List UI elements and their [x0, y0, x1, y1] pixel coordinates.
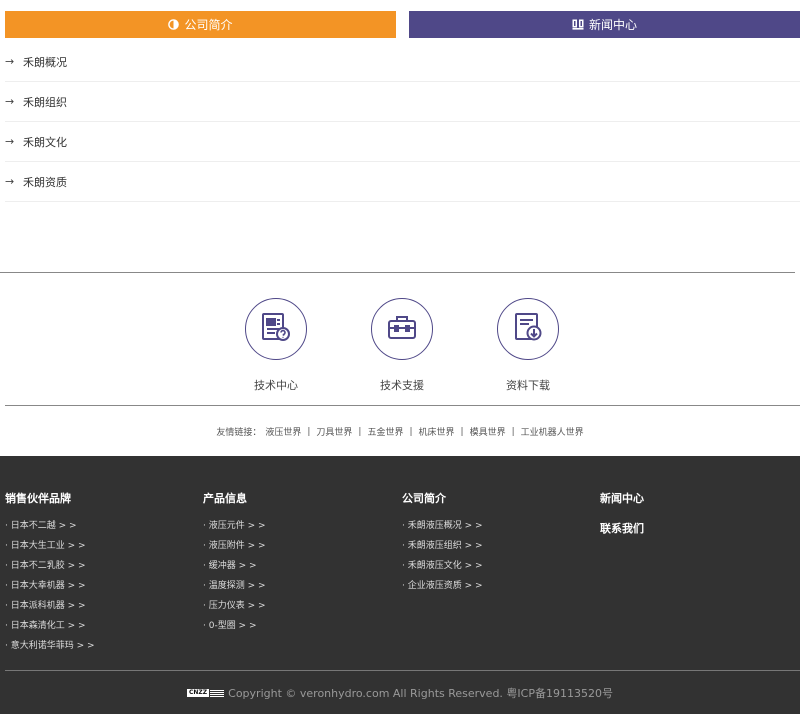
copyright-text: Copyright © veronhydro.com All Rights Re…: [228, 687, 613, 700]
footer-contact-link[interactable]: 联系我们: [600, 520, 644, 535]
footer-link[interactable]: · 日本不二乳胶 > >: [5, 560, 95, 580]
company-menu: → 禾朗概况 → 禾朗组织 → 禾朗文化 → 禾朗资质: [5, 42, 800, 202]
footer-link[interactable]: · 意大利诺华菲玛 > >: [5, 640, 95, 660]
tab-bar: 公司简介 新闻中心: [5, 11, 800, 38]
tab-company-profile[interactable]: 公司简介: [5, 11, 396, 38]
footer-news-link[interactable]: 新闻中心: [600, 490, 644, 505]
divider: [0, 272, 795, 273]
footer-column-news: 新闻中心 联系我们: [600, 456, 644, 535]
menu-item-organization[interactable]: → 禾朗组织: [5, 82, 800, 122]
service-label: 资料下载: [506, 379, 550, 392]
friend-link[interactable]: 刀具世界: [316, 425, 352, 438]
link-separator: |: [358, 426, 362, 437]
footer-link[interactable]: · 日本大生工业 > >: [5, 540, 95, 560]
service-tech-center[interactable]: 技术中心: [231, 298, 321, 393]
friend-link[interactable]: 机床世界: [419, 425, 455, 438]
footer-link[interactable]: · 液压附件 > >: [203, 540, 266, 560]
service-tech-support[interactable]: 技术支援: [357, 298, 447, 393]
download-document-icon: [511, 310, 545, 348]
menu-item-label: 禾朗概况: [23, 55, 67, 69]
tab-label: 公司简介: [184, 18, 233, 32]
badge-stripes: [210, 689, 225, 697]
arrow-right-icon: →: [5, 55, 15, 68]
menu-item-label: 禾朗资质: [23, 175, 67, 189]
service-icons: 技术中心 技术支援 资料下载: [0, 298, 800, 398]
footer-link[interactable]: · 企业液压资质 > >: [402, 580, 483, 600]
footer-column-company: 公司简介 · 禾朗液压概况 > > · 禾朗液压组织 > > · 禾朗液压文化 …: [402, 456, 483, 600]
friend-links: 友情链接： 液压世界 | 刀具世界 | 五金世界 | 机床世界 | 模具世界 |…: [0, 425, 800, 439]
arrow-right-icon: →: [5, 175, 15, 188]
arrow-right-icon: →: [5, 95, 15, 108]
footer-column-title: 公司简介: [402, 492, 446, 505]
footer-link[interactable]: · 日本派科机器 > >: [5, 600, 95, 620]
arrow-right-icon: →: [5, 135, 15, 148]
footer-column-title: 产品信息: [203, 492, 247, 505]
site-footer: 销售伙伴品牌 · 日本不二越 > > · 日本大生工业 > > · 日本不二乳胶…: [0, 456, 800, 714]
friend-link[interactable]: 模具世界: [470, 425, 506, 438]
menu-item-label: 禾朗文化: [23, 135, 67, 149]
friend-links-label: 友情链接：: [216, 428, 262, 438]
footer-link[interactable]: · 日本不二越 > >: [5, 520, 95, 540]
service-circle: [497, 298, 559, 360]
cnzz-badge-label: CNZZ: [187, 689, 210, 697]
footer-column-products: 产品信息 · 液压元件 > > · 液压附件 > > · 缓冲器 > > · 温…: [203, 456, 266, 640]
footer-link[interactable]: · 0-型圈 > >: [203, 620, 266, 640]
friend-link[interactable]: 工业机器人世界: [521, 425, 584, 438]
cnzz-badge[interactable]: CNZZ: [187, 688, 225, 698]
footer-link[interactable]: · 压力仪表 > >: [203, 600, 266, 620]
link-separator: |: [307, 426, 311, 437]
service-label: 技术支援: [380, 379, 424, 392]
footer-column-title: 销售伙伴品牌: [5, 492, 71, 505]
link-separator: |: [460, 426, 464, 437]
tab-label: 新闻中心: [588, 18, 637, 32]
document-question-icon: [259, 310, 293, 348]
footer-link[interactable]: · 禾朗液压文化 > >: [402, 560, 483, 580]
menu-item-culture[interactable]: → 禾朗文化: [5, 122, 800, 162]
copyright-bar: CNZZ Copyright © veronhydro.com All Righ…: [0, 685, 800, 701]
footer-column-brands: 销售伙伴品牌 · 日本不二越 > > · 日本大生工业 > > · 日本不二乳胶…: [5, 456, 95, 660]
service-circle: [371, 298, 433, 360]
footer-link[interactable]: · 温度探测 > >: [203, 580, 266, 600]
link-separator: |: [409, 426, 413, 437]
service-downloads[interactable]: 资料下载: [483, 298, 573, 393]
service-circle: [245, 298, 307, 360]
footer-link[interactable]: · 禾朗液压组织 > >: [402, 540, 483, 560]
footer-divider: [5, 670, 800, 671]
footer-link[interactable]: · 日本大幸机器 > >: [5, 580, 95, 600]
half-circle-icon: [168, 19, 180, 30]
divider: [5, 405, 800, 406]
friend-link[interactable]: 液压世界: [265, 425, 301, 438]
link-separator: |: [511, 426, 515, 437]
footer-link[interactable]: · 缓冲器 > >: [203, 560, 266, 580]
friend-link[interactable]: 五金世界: [367, 425, 403, 438]
toolbox-icon: [385, 310, 419, 348]
footer-link[interactable]: · 禾朗液压概况 > >: [402, 520, 483, 540]
menu-item-qualification[interactable]: → 禾朗资质: [5, 162, 800, 202]
book-icon: [572, 19, 584, 30]
footer-link[interactable]: · 液压元件 > >: [203, 520, 266, 540]
service-label: 技术中心: [254, 379, 298, 392]
tab-news-center[interactable]: 新闻中心: [409, 11, 800, 38]
footer-link[interactable]: · 日本森清化工 > >: [5, 620, 95, 640]
menu-item-overview[interactable]: → 禾朗概况: [5, 42, 800, 82]
menu-item-label: 禾朗组织: [23, 95, 67, 109]
